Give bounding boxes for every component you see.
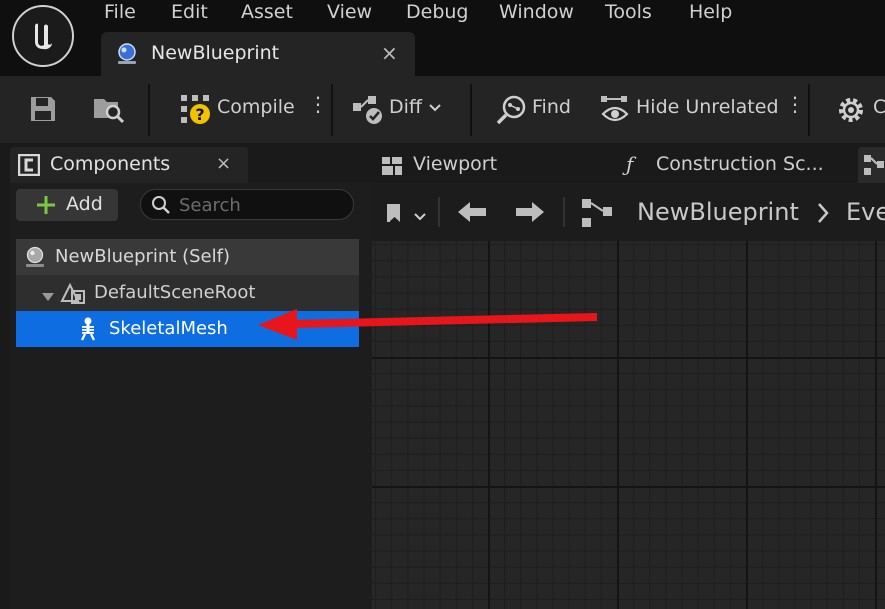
graph-navigation-bar: NewBlueprint Eve: [372, 183, 885, 241]
bookmark-icon[interactable]: [386, 202, 406, 228]
blueprint-actor-icon: [115, 42, 139, 70]
event-graph-canvas[interactable]: [372, 183, 885, 609]
tree-item-skeletal-mesh-label: SkeletalMesh: [109, 318, 228, 339]
tab-viewport-label: Viewport: [413, 153, 498, 175]
find-button[interactable]: Find: [532, 96, 571, 118]
components-tab-title: Components: [50, 153, 171, 175]
components-panel-body: Add NewBlueprint (Self): [10, 183, 372, 609]
hide-unrelated-button[interactable]: Hide Unrelated: [636, 96, 779, 118]
add-component-button[interactable]: Add: [16, 189, 118, 221]
tree-item-default-scene-root-label: DefaultSceneRoot: [94, 282, 256, 303]
compile-options-icon[interactable]: ⋮: [308, 94, 328, 114]
unreal-logo-icon[interactable]: [12, 5, 74, 67]
components-tab-close-icon[interactable]: ×: [216, 153, 231, 174]
hide-unrelated-icon[interactable]: [599, 94, 631, 130]
expand-triangle-icon[interactable]: [42, 288, 54, 307]
menu-debug[interactable]: Debug: [406, 0, 468, 24]
menu-help[interactable]: Help: [689, 0, 732, 24]
tree-item-self[interactable]: NewBlueprint (Self): [16, 239, 359, 275]
tab-viewport[interactable]: Viewport: [380, 147, 618, 183]
svg-text:?: ?: [195, 105, 204, 124]
title-bar: File Edit Asset View Debug Window Tools …: [0, 0, 885, 76]
component-search-box[interactable]: [140, 189, 354, 220]
components-panel: Components × Add Search NewBlueprint (Se…: [0, 143, 372, 609]
function-icon: ƒ: [626, 152, 634, 176]
toolbar-separator: [808, 84, 810, 136]
browse-asset-icon[interactable]: [92, 94, 126, 128]
document-tab-newblueprint[interactable]: NewBlueprint ×: [101, 32, 415, 76]
tree-item-self-label: NewBlueprint (Self): [55, 246, 230, 267]
compile-warning-icon[interactable]: ?: [180, 94, 212, 130]
toolbar-separator: [470, 84, 472, 136]
breadcrumb-blueprint[interactable]: NewBlueprint: [637, 198, 799, 226]
tree-item-default-scene-root[interactable]: DefaultSceneRoot: [16, 275, 359, 311]
scene-component-icon: [60, 281, 88, 309]
breadcrumb-event-graph[interactable]: Eve: [846, 198, 885, 226]
class-settings-button[interactable]: C: [873, 96, 885, 118]
menu-window[interactable]: Window: [499, 0, 574, 24]
nav-separator: [563, 197, 565, 227]
back-arrow-icon[interactable]: [456, 200, 488, 228]
menu-asset[interactable]: Asset: [241, 0, 293, 24]
menu-tools[interactable]: Tools: [605, 0, 652, 24]
viewport-icon: [382, 157, 402, 179]
nav-separator: [438, 197, 440, 227]
menu-file[interactable]: File: [104, 0, 136, 24]
document-tab-title: NewBlueprint: [151, 42, 280, 64]
editor-tabs: Viewport ƒ Construction Sc...: [372, 143, 885, 183]
class-settings-gear-icon[interactable]: [836, 95, 866, 129]
chevron-down-icon[interactable]: [428, 100, 442, 119]
graph-breadcrumb-icon: [582, 198, 614, 232]
toolbar-separator: [331, 84, 333, 136]
hide-unrelated-options-icon[interactable]: ⋮: [785, 94, 805, 114]
components-tab-icon: [17, 153, 41, 180]
tab-event-graph[interactable]: [858, 147, 885, 183]
chevron-down-icon[interactable]: [413, 208, 427, 227]
document-tab-close-icon[interactable]: ×: [381, 41, 398, 65]
plus-icon: [36, 195, 56, 219]
components-tab[interactable]: Components ×: [10, 147, 248, 183]
forward-arrow-icon[interactable]: [514, 200, 546, 228]
tab-construction-script[interactable]: ƒ Construction Sc...: [620, 147, 852, 183]
add-component-label: Add: [66, 193, 103, 215]
tab-construction-script-label: Construction Sc...: [656, 153, 824, 175]
save-icon[interactable]: [28, 94, 58, 128]
event-graph-icon: [864, 155, 885, 179]
find-icon[interactable]: [496, 94, 528, 130]
diff-icon[interactable]: [352, 95, 384, 129]
search-input[interactable]: [177, 193, 351, 217]
tree-item-skeletal-mesh[interactable]: SkeletalMesh: [16, 311, 359, 347]
toolbar: ? Compile ⋮ Diff Find Hide Unrelated ⋮ C: [0, 76, 885, 143]
diff-button[interactable]: Diff: [389, 96, 422, 118]
skeletal-mesh-icon: [78, 317, 98, 345]
search-icon: [151, 195, 171, 219]
compile-button[interactable]: Compile: [217, 96, 295, 118]
menu-view[interactable]: View: [327, 0, 372, 24]
actor-self-icon: [24, 246, 46, 272]
menu-edit[interactable]: Edit: [171, 0, 208, 24]
breadcrumb-chevron-right-icon: [816, 202, 830, 228]
toolbar-separator: [148, 84, 150, 136]
